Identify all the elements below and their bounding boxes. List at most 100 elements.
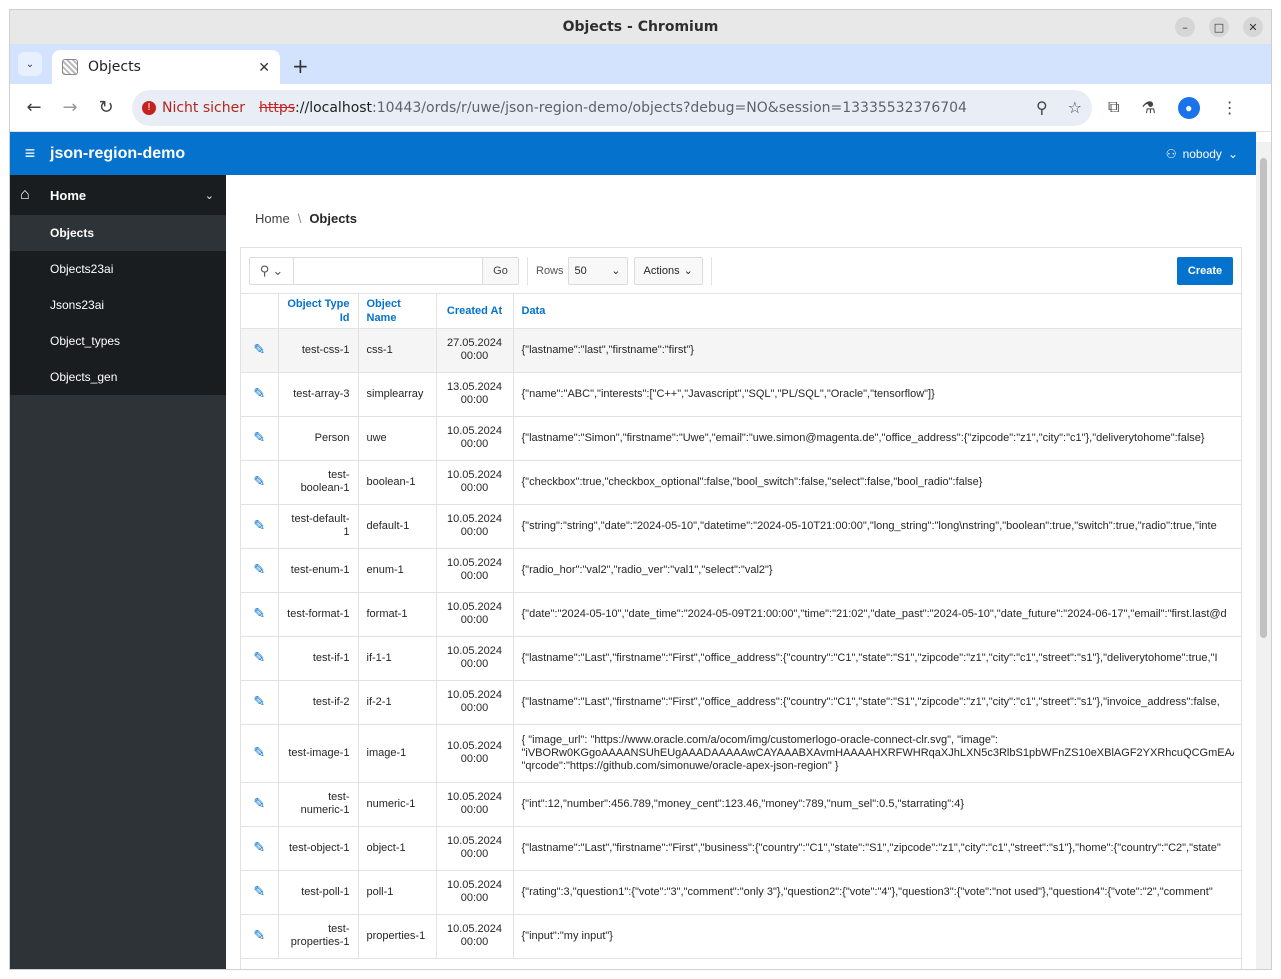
edit-icon[interactable]: ✎ bbox=[253, 386, 265, 400]
cell-object-type-id: test-poll-1 bbox=[278, 870, 359, 915]
cell-data: {"rating":3,"question1":{"vote":"3","com… bbox=[513, 870, 1241, 915]
table-row: ✎ test-boolean-1 boolean-1 10.05.2024 00:00… bbox=[241, 460, 1241, 505]
edit-icon[interactable]: ✎ bbox=[253, 796, 265, 810]
cell-data: {"lastname":"Last","firstname":"First","… bbox=[513, 636, 1241, 681]
search-column-button[interactable]: ⚲ ⌄ bbox=[250, 257, 294, 284]
rows-select[interactable]: 50 ⌄ bbox=[567, 256, 628, 285]
header-created-at[interactable]: Created At bbox=[436, 294, 514, 329]
scrollbar-thumb[interactable] bbox=[1260, 158, 1267, 638]
cell-object-type-id: test-if-2 bbox=[278, 680, 359, 725]
window-controls: – □ ✕ bbox=[1175, 17, 1263, 37]
zoom-icon[interactable]: ⚲ bbox=[1036, 98, 1048, 118]
edit-cell: ✎ bbox=[241, 328, 279, 373]
sidebar-item-home[interactable]: ⌂ Home ⌄ bbox=[10, 175, 226, 215]
tab-search-icon[interactable]: ⌄ bbox=[18, 52, 42, 76]
sidebar-item-object-types[interactable]: Object_types bbox=[10, 323, 226, 359]
table-row: ✎ test-object-1 object-1 10.05.2024 00:00 {"… bbox=[241, 826, 1241, 871]
edit-icon[interactable]: ✎ bbox=[253, 606, 265, 620]
cell-object-name: object-1 bbox=[358, 826, 437, 871]
table-header-row: Object Type Id Object Name Created At Da… bbox=[241, 294, 1241, 329]
header-object-type-id[interactable]: Object Type Id bbox=[278, 294, 359, 329]
edit-icon[interactable]: ✎ bbox=[253, 562, 265, 576]
cell-data: { "image_url": "https://www.oracle.com/a… bbox=[513, 724, 1241, 783]
edit-icon[interactable]: ✎ bbox=[253, 884, 265, 898]
edit-cell: ✎ bbox=[241, 460, 279, 505]
chevron-down-icon[interactable]: ⌄ bbox=[205, 189, 214, 202]
cell-object-name: boolean-1 bbox=[358, 460, 437, 505]
cell-object-type-id: test-image-1 bbox=[278, 724, 359, 783]
search-input[interactable] bbox=[294, 257, 482, 284]
sidebar-item-jsons23ai[interactable]: Jsons23ai bbox=[10, 287, 226, 323]
cell-object-name: if-2-1 bbox=[358, 680, 437, 725]
search-icon: ⚲ bbox=[259, 262, 270, 278]
labs-icon[interactable]: ⚗ bbox=[1141, 98, 1155, 118]
main-content: Home \ Objects ⚲ ⌄ Go Rows 50 ⌄ Actions ⌄ bbox=[226, 175, 1256, 969]
tab-close-icon[interactable]: ✕ bbox=[258, 59, 270, 76]
sidebar-item-objects-gen[interactable]: Objects_gen bbox=[10, 359, 226, 395]
chevron-down-icon: ⌄ bbox=[272, 262, 284, 278]
bookmark-star-icon[interactable]: ☆ bbox=[1068, 98, 1082, 118]
sidebar-item-label: Objects_gen bbox=[50, 370, 118, 384]
edit-cell: ✎ bbox=[241, 548, 279, 593]
edit-cell: ✎ bbox=[241, 826, 279, 871]
sidebar-item-objects[interactable]: Objects bbox=[10, 215, 226, 251]
cell-data: {"lastname":"Simon","firstname":"Uwe","e… bbox=[513, 416, 1241, 461]
browser-toolbar: ← → ↻ ! Nicht sicher https://localhost:1… bbox=[10, 84, 1271, 132]
go-button[interactable]: Go bbox=[482, 257, 518, 284]
user-menu[interactable]: ⚇ nobody ⌄ bbox=[1166, 147, 1238, 161]
close-icon[interactable]: ✕ bbox=[1243, 17, 1263, 37]
header-data[interactable]: Data bbox=[513, 294, 1241, 329]
edit-icon[interactable]: ✎ bbox=[253, 840, 265, 854]
cell-object-name: poll-1 bbox=[358, 870, 437, 915]
edit-cell: ✎ bbox=[241, 724, 279, 783]
rows-label: Rows bbox=[536, 264, 564, 277]
edit-cell: ✎ bbox=[241, 914, 279, 959]
app-title[interactable]: json-region-demo bbox=[50, 145, 185, 163]
sidebar-item-label: Object_types bbox=[50, 334, 121, 348]
url-text[interactable]: https://localhost:10443/ords/r/uwe/json-… bbox=[259, 100, 1036, 116]
edit-cell: ✎ bbox=[241, 504, 279, 549]
actions-button[interactable]: Actions ⌄ bbox=[633, 256, 703, 285]
cell-object-name: numeric-1 bbox=[358, 782, 437, 827]
vertical-scrollbar[interactable] bbox=[1256, 142, 1271, 969]
table-row: ✎ test-properties-1 properties-1 10.05.2024… bbox=[241, 914, 1241, 959]
edit-icon[interactable]: ✎ bbox=[253, 474, 265, 488]
cell-object-name: css-1 bbox=[358, 328, 437, 373]
edit-icon[interactable]: ✎ bbox=[253, 430, 265, 444]
forward-icon[interactable]: → bbox=[54, 92, 86, 124]
back-icon[interactable]: ← bbox=[18, 92, 50, 124]
reload-icon[interactable]: ↻ bbox=[90, 92, 122, 124]
tab-objects[interactable]: Objects ✕ bbox=[52, 50, 280, 84]
maximize-icon[interactable]: □ bbox=[1209, 17, 1229, 37]
breadcrumb-home[interactable]: Home bbox=[255, 211, 290, 226]
new-tab-icon[interactable]: + bbox=[292, 54, 309, 78]
title-bar: Objects - Chromium – □ ✕ bbox=[10, 10, 1271, 44]
header-object-name[interactable]: Object Name bbox=[358, 294, 437, 329]
security-indicator[interactable]: ! Nicht sicher bbox=[142, 100, 245, 116]
edit-icon[interactable]: ✎ bbox=[253, 745, 265, 759]
cell-object-name: enum-1 bbox=[358, 548, 437, 593]
sidebar-item-objects23ai[interactable]: Objects23ai bbox=[10, 251, 226, 287]
apex-app: ≡ json-region-demo ⚇ nobody ⌄ ⌂ Home ⌄ O… bbox=[10, 132, 1256, 969]
menu-kebab-icon[interactable]: ⋮ bbox=[1222, 98, 1238, 118]
edit-icon[interactable]: ✎ bbox=[253, 694, 265, 708]
extensions-icon[interactable]: ⧉ bbox=[1108, 99, 1119, 117]
profile-avatar-icon[interactable]: ● bbox=[1177, 96, 1200, 119]
edit-icon[interactable]: ✎ bbox=[253, 518, 265, 532]
url-rest: :10443/ords/r/uwe/json-region-demo/objec… bbox=[372, 99, 967, 116]
edit-icon[interactable]: ✎ bbox=[253, 928, 265, 942]
cell-data: {"lastname":"Last","firstname":"First","… bbox=[513, 826, 1241, 871]
cell-data: {"lastname":"last","firstname":"first"} bbox=[513, 328, 1241, 373]
hamburger-icon[interactable]: ≡ bbox=[10, 143, 50, 164]
edit-icon[interactable]: ✎ bbox=[253, 342, 265, 356]
edit-cell: ✎ bbox=[241, 416, 279, 461]
edit-cell: ✎ bbox=[241, 592, 279, 637]
cell-object-name: uwe bbox=[358, 416, 437, 461]
create-button[interactable]: Create bbox=[1177, 256, 1233, 285]
edit-icon[interactable]: ✎ bbox=[253, 650, 265, 664]
sidebar: ⌂ Home ⌄ Objects Objects23ai Jsons23ai O… bbox=[10, 175, 226, 969]
cell-data: {"lastname":"Last","firstname":"First","… bbox=[513, 680, 1241, 725]
cell-data: {"checkbox":true,"checkbox_optional":fal… bbox=[513, 460, 1241, 505]
minimize-icon[interactable]: – bbox=[1175, 17, 1195, 37]
address-bar[interactable]: ! Nicht sicher https://localhost:10443/o… bbox=[132, 89, 1092, 126]
